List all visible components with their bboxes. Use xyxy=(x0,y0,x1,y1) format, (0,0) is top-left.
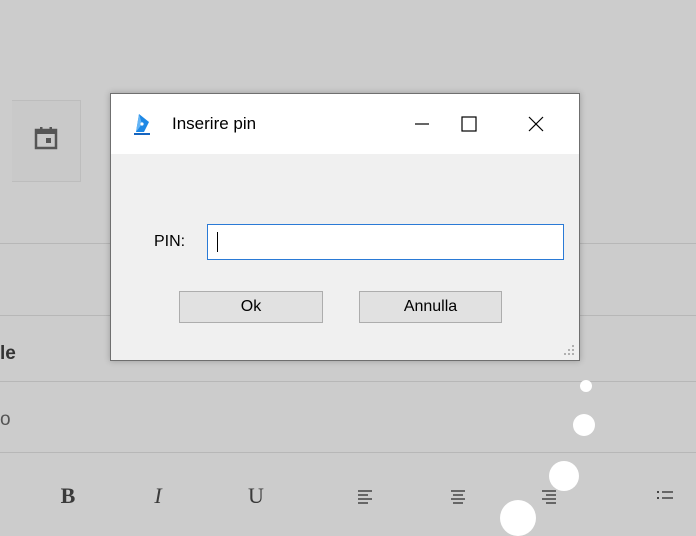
maximize-icon xyxy=(461,116,477,132)
field-value-partial: o xyxy=(0,409,11,430)
bold-icon: B xyxy=(60,482,76,508)
maximize-button[interactable] xyxy=(446,94,492,154)
minimize-button[interactable] xyxy=(399,94,445,154)
ok-button[interactable]: Ok xyxy=(179,291,323,323)
italic-button[interactable]: I xyxy=(138,478,178,513)
spinner-dot xyxy=(580,380,592,392)
pin-dialog: Inserire pin PIN: Ok Annulla xyxy=(110,93,580,361)
cancel-button[interactable]: Annulla xyxy=(359,291,502,323)
align-left-button[interactable] xyxy=(345,478,385,513)
dialog-titlebar[interactable]: Inserire pin xyxy=(111,94,579,154)
align-left-icon xyxy=(358,489,372,504)
spinner-dot xyxy=(500,500,536,536)
bold-button[interactable]: B xyxy=(48,478,88,513)
bullet-list-button[interactable] xyxy=(645,478,685,513)
field-label-partial: le xyxy=(0,343,16,364)
close-icon xyxy=(528,116,544,132)
dialog-title: Inserire pin xyxy=(172,114,257,133)
spinner-dot xyxy=(573,414,595,436)
italic-icon: I xyxy=(154,482,162,508)
resize-grip-icon[interactable] xyxy=(563,344,575,356)
spinner-dot xyxy=(549,461,579,491)
align-right-icon xyxy=(542,489,556,504)
pin-input[interactable] xyxy=(207,224,564,260)
minimize-icon xyxy=(415,123,429,125)
underline-button[interactable]: U xyxy=(236,478,276,513)
text-caret xyxy=(217,232,218,252)
align-center-button[interactable] xyxy=(438,478,478,513)
pen-nib-icon xyxy=(134,114,150,135)
bullet-list-icon xyxy=(657,490,673,499)
pin-label: PIN: xyxy=(154,233,186,250)
close-button[interactable] xyxy=(513,94,559,154)
underline-icon: U xyxy=(248,482,264,508)
calendar-icon xyxy=(34,127,58,150)
align-center-icon xyxy=(451,489,465,504)
